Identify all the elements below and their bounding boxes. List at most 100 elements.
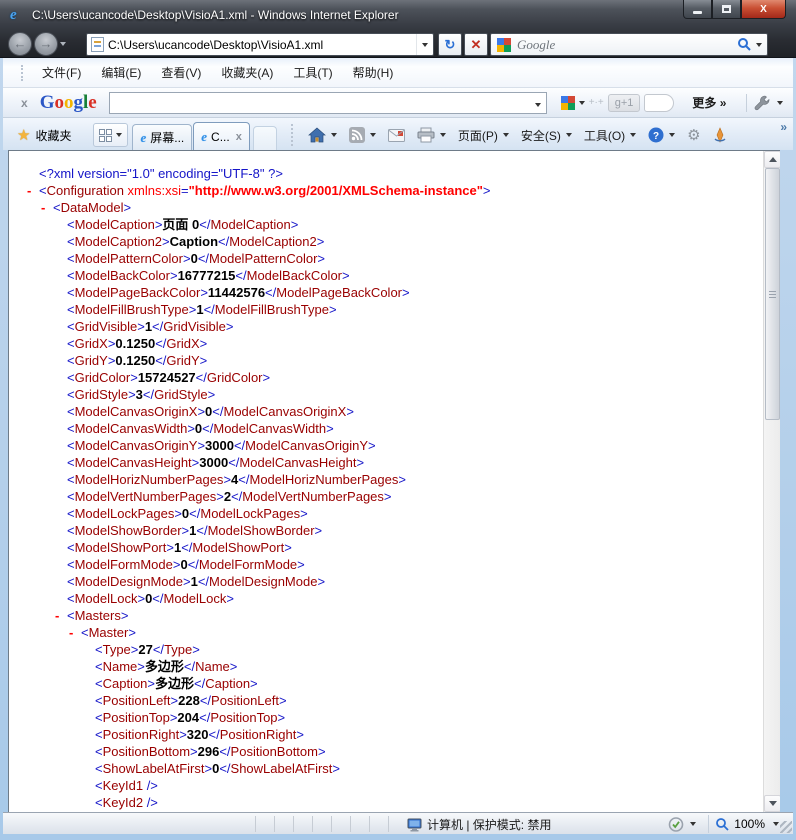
xml-token: PositionBottom: [102, 744, 191, 759]
scroll-down-button[interactable]: [764, 795, 780, 812]
xml-token: </: [218, 234, 230, 249]
tab-0[interactable]: e 屏幕...: [132, 124, 193, 150]
xml-token: ModelCaption2: [229, 234, 317, 249]
new-tab-stub[interactable]: [252, 126, 277, 150]
xml-line: <PositionRight>320</PositionRight>: [9, 726, 763, 743]
menu-item-4[interactable]: 工具(T): [283, 60, 342, 85]
feeds-button[interactable]: [345, 123, 380, 147]
scroll-up-button[interactable]: [764, 151, 780, 168]
xml-token: >: [192, 642, 200, 657]
xml-token: <: [95, 761, 103, 776]
xml-line: <GridY>0.1250</GridY>: [9, 352, 763, 369]
toolbar-grip[interactable]: [290, 124, 294, 146]
mail-icon: [387, 128, 405, 142]
xml-token: ModelCanvasWidth: [74, 421, 188, 436]
xml-token: Name: [195, 659, 230, 674]
menu-item-5[interactable]: 帮助(H): [343, 60, 404, 85]
chevron-down-icon: [422, 42, 428, 47]
resize-grip[interactable]: [780, 821, 792, 833]
xml-token: >: [226, 591, 234, 606]
stop-button[interactable]: ✕: [464, 33, 488, 56]
compatibility-icon[interactable]: [668, 816, 684, 832]
tools-menu-button[interactable]: 工具(O): [580, 123, 640, 147]
tab-strip: e 屏幕... e C... x: [132, 122, 250, 150]
xml-token: >: [183, 574, 191, 589]
xml-token: >: [137, 659, 145, 674]
address-input[interactable]: [104, 37, 416, 52]
xml-line: <ModelHorizNumberPages>4</ModelHorizNumb…: [9, 471, 763, 488]
scrollbar-thumb[interactable]: [765, 168, 780, 420]
window-chrome-top: e C:\Users\ucancode\Desktop\VisioA1.xml …: [0, 0, 796, 58]
xml-token: </: [219, 761, 231, 776]
read-mail-button[interactable]: [384, 123, 409, 147]
toolbar-grip[interactable]: [21, 64, 24, 81]
xml-token: </: [183, 659, 196, 674]
forward-button[interactable]: →: [34, 32, 58, 56]
xml-token: ModelCanvasHeight: [74, 455, 192, 470]
close-button[interactable]: X: [741, 0, 786, 19]
menu-item-3[interactable]: 收藏夹(A): [211, 60, 283, 85]
minimize-button[interactable]: [683, 0, 712, 19]
help-button[interactable]: ?: [644, 123, 679, 147]
search-input[interactable]: [511, 36, 733, 53]
google-search-button[interactable]: [555, 95, 585, 110]
settings-button[interactable]: ⚙: [683, 123, 704, 147]
xml-token: </: [233, 438, 246, 453]
page-menu-button[interactable]: 页面(P): [454, 123, 513, 147]
xml-token: >: [197, 404, 206, 419]
page-content: <?xml version="1.0" encoding="UTF-8" ?> -…: [8, 150, 780, 812]
xml-token: >: [229, 659, 238, 674]
xml-token: </: [199, 217, 211, 232]
xml-line: <ModelDesignMode>1</ModelDesignMode>: [9, 573, 763, 590]
overflow-chevron-icon[interactable]: »: [780, 120, 787, 134]
tab-close-icon[interactable]: x: [236, 131, 242, 143]
google-search-field[interactable]: [108, 91, 547, 114]
google-search-dropdown[interactable]: [530, 96, 546, 110]
menu-item-0[interactable]: 文件(F): [32, 60, 91, 85]
xml-token: </: [231, 489, 243, 504]
xml-token: ModelCanvasOriginX: [74, 404, 198, 419]
xml-token: PositionRight: [219, 727, 297, 742]
xml-token: ModelFormMode: [74, 557, 173, 572]
favorites-button[interactable]: ★ 收藏夹: [11, 123, 77, 147]
collapse-toggle-icon[interactable]: -: [55, 607, 67, 624]
xml-line: <ModelShowBorder>1</ModelShowBorder>: [9, 522, 763, 539]
xml-token: </: [194, 676, 206, 691]
xml-line: <GridStyle>3</GridStyle>: [9, 386, 763, 403]
search-icon[interactable]: [737, 37, 752, 52]
window-title: C:\Users\ucancode\Desktop\VisioA1.xml - …: [32, 8, 399, 22]
search-options-dropdown-icon[interactable]: [756, 42, 762, 47]
collapse-toggle-icon[interactable]: -: [27, 182, 39, 199]
refresh-button[interactable]: ↻: [438, 33, 462, 56]
print-button[interactable]: [413, 123, 450, 147]
collapse-toggle-icon[interactable]: -: [69, 624, 81, 641]
menu-item-2[interactable]: 查看(V): [151, 60, 211, 85]
more-button[interactable]: 更多 »: [692, 94, 726, 111]
security-menu-label: 安全(S): [520, 128, 561, 143]
xml-line: <ModelPatternColor>0</ModelPatternColor>: [9, 250, 763, 267]
wrench-icon[interactable]: [753, 94, 771, 112]
plus-one-button[interactable]: g+1: [607, 93, 641, 112]
zoom-dropdown-icon[interactable]: [773, 822, 779, 826]
tab-1[interactable]: e C... x: [193, 122, 250, 150]
chevron-down-icon[interactable]: [690, 822, 697, 826]
maximize-button[interactable]: [712, 0, 741, 19]
toolbar-options-dropdown-icon[interactable]: [777, 100, 784, 105]
title-bar[interactable]: e C:\Users\ucancode\Desktop\VisioA1.xml …: [0, 0, 796, 30]
security-menu-button[interactable]: 安全(S): [517, 123, 576, 147]
address-dropdown-button[interactable]: [416, 34, 433, 55]
back-button[interactable]: ←: [8, 32, 32, 56]
toolbar-close-icon[interactable]: x: [21, 96, 28, 110]
xml-token: <: [67, 438, 75, 453]
quick-tabs-button[interactable]: [93, 123, 129, 147]
xml-line: <ShowLabelAtFirst>0</ShowLabelAtFirst>: [9, 760, 763, 777]
onenote-button[interactable]: [709, 123, 731, 147]
vertical-scrollbar[interactable]: [763, 151, 780, 812]
menu-item-1[interactable]: 编辑(E): [91, 60, 151, 85]
xml-token: ModelFillBrushType: [74, 302, 189, 317]
zoom-level[interactable]: 100%: [734, 817, 765, 831]
collapse-toggle-icon[interactable]: -: [41, 199, 53, 216]
recent-pages-dropdown-icon[interactable]: [60, 42, 66, 46]
home-button[interactable]: [304, 123, 341, 147]
xml-token: PositionRight: [102, 727, 180, 742]
